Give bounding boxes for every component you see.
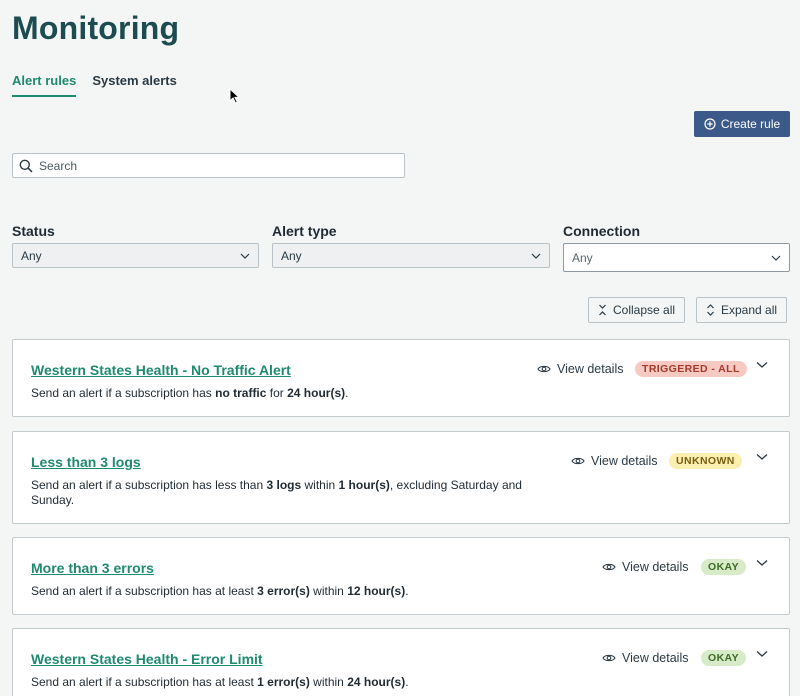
view-details-label: View details [622, 651, 689, 665]
status-filter-label: Status [12, 223, 55, 239]
rule-description-emphasis: no traffic [215, 386, 267, 400]
chevron-down-icon[interactable] [755, 360, 769, 370]
view-details-button[interactable]: View details [537, 362, 623, 376]
view-details-label: View details [591, 454, 658, 468]
search-input[interactable]: Search [12, 153, 405, 178]
tab-system-alerts[interactable]: System alerts [92, 73, 177, 97]
rule-card: More than 3 errors Send an alert if a sub… [12, 537, 790, 615]
rule-description-text: Send an alert if a subscription has less… [31, 478, 267, 492]
status-select-value: Any [21, 248, 42, 263]
rule-description: Send an alert if a subscription has no t… [31, 386, 551, 401]
chevron-down-icon [771, 255, 781, 261]
rule-card: Less than 3 logs Send an alert if a subsc… [12, 431, 790, 524]
alert-type-select[interactable]: Any [272, 243, 550, 268]
chevron-down-icon [240, 253, 250, 259]
search-placeholder: Search [39, 158, 78, 173]
expand-icon [707, 304, 714, 316]
connection-select-value: Any [572, 250, 593, 265]
eye-icon [537, 365, 551, 373]
status-badge: OKAY [701, 650, 746, 666]
tab-bar: Alert rules System alerts [12, 73, 177, 97]
rule-description-text: within [309, 584, 348, 598]
eye-icon [571, 457, 585, 465]
rule-description-emphasis: 24 hour(s) [347, 675, 406, 689]
rule-title-link[interactable]: Western States Health - Error Limit [31, 651, 263, 667]
status-badge: UNKNOWN [669, 453, 742, 469]
rule-description: Send an alert if a subscription has less… [31, 478, 551, 508]
rule-description-text: Send an alert if a subscription has at l… [31, 675, 258, 689]
create-rule-button[interactable]: Create rule [694, 111, 790, 137]
rule-title-link[interactable]: Less than 3 logs [31, 454, 141, 470]
page-title: Monitoring [12, 10, 180, 46]
rule-description-text: Send an alert if a subscription has [31, 386, 216, 400]
create-rule-label: Create rule [720, 117, 781, 131]
rule-description-emphasis: 1 hour(s) [338, 478, 390, 492]
status-select[interactable]: Any [12, 243, 259, 268]
chevron-down-icon[interactable] [755, 649, 769, 659]
rule-description-emphasis: 1 error(s) [257, 675, 310, 689]
chevron-down-icon[interactable] [755, 558, 769, 568]
rule-card: Western States Health - No Traffic Alert… [12, 339, 790, 417]
view-details-label: View details [557, 362, 624, 376]
rule-description: Send an alert if a subscription has at l… [31, 675, 551, 690]
eye-icon [602, 654, 616, 662]
connection-filter-label: Connection [563, 223, 640, 239]
view-details-label: View details [622, 560, 689, 574]
rule-description-emphasis: 12 hour(s) [347, 584, 406, 598]
eye-icon [602, 563, 616, 571]
collapse-all-button[interactable]: Collapse all [588, 297, 686, 323]
tab-alert-rules[interactable]: Alert rules [12, 73, 77, 97]
rule-description-text: . [405, 584, 409, 598]
expand-all-button[interactable]: Expand all [696, 297, 788, 323]
rule-description-text: . [405, 675, 409, 689]
rule-description-text: . [345, 386, 349, 400]
status-badge: OKAY [701, 559, 746, 575]
view-details-button[interactable]: View details [571, 454, 657, 468]
alert-type-select-value: Any [281, 248, 302, 263]
chevron-down-icon[interactable] [755, 452, 769, 462]
rule-card: Western States Health - Error Limit Send … [12, 628, 790, 696]
expand-all-label: Expand all [721, 303, 778, 317]
rule-description-text: for [266, 386, 288, 400]
rule-description: Send an alert if a subscription has at l… [31, 584, 551, 599]
rule-title-link[interactable]: More than 3 errors [31, 560, 154, 576]
connection-select[interactable]: Any [563, 243, 790, 272]
rule-description-text: within [301, 478, 339, 492]
plus-circle-icon [704, 118, 716, 130]
view-details-button[interactable]: View details [602, 560, 688, 574]
rule-description-emphasis: 24 hour(s) [287, 386, 346, 400]
view-details-button[interactable]: View details [602, 651, 688, 665]
alert-type-filter-label: Alert type [272, 223, 337, 239]
rule-description-text: within [309, 675, 348, 689]
chevron-down-icon [531, 253, 541, 259]
search-icon [19, 159, 33, 173]
collapse-all-label: Collapse all [613, 303, 676, 317]
rule-title-link[interactable]: Western States Health - No Traffic Alert [31, 362, 291, 378]
status-badge: TRIGGERED - ALL [635, 361, 747, 377]
rule-description-emphasis: 3 logs [266, 478, 302, 492]
rule-description-text: Send an alert if a subscription has at l… [31, 584, 258, 598]
rule-description-emphasis: 3 error(s) [257, 584, 310, 598]
collapse-icon [599, 304, 606, 316]
mouse-cursor-icon [229, 88, 241, 104]
